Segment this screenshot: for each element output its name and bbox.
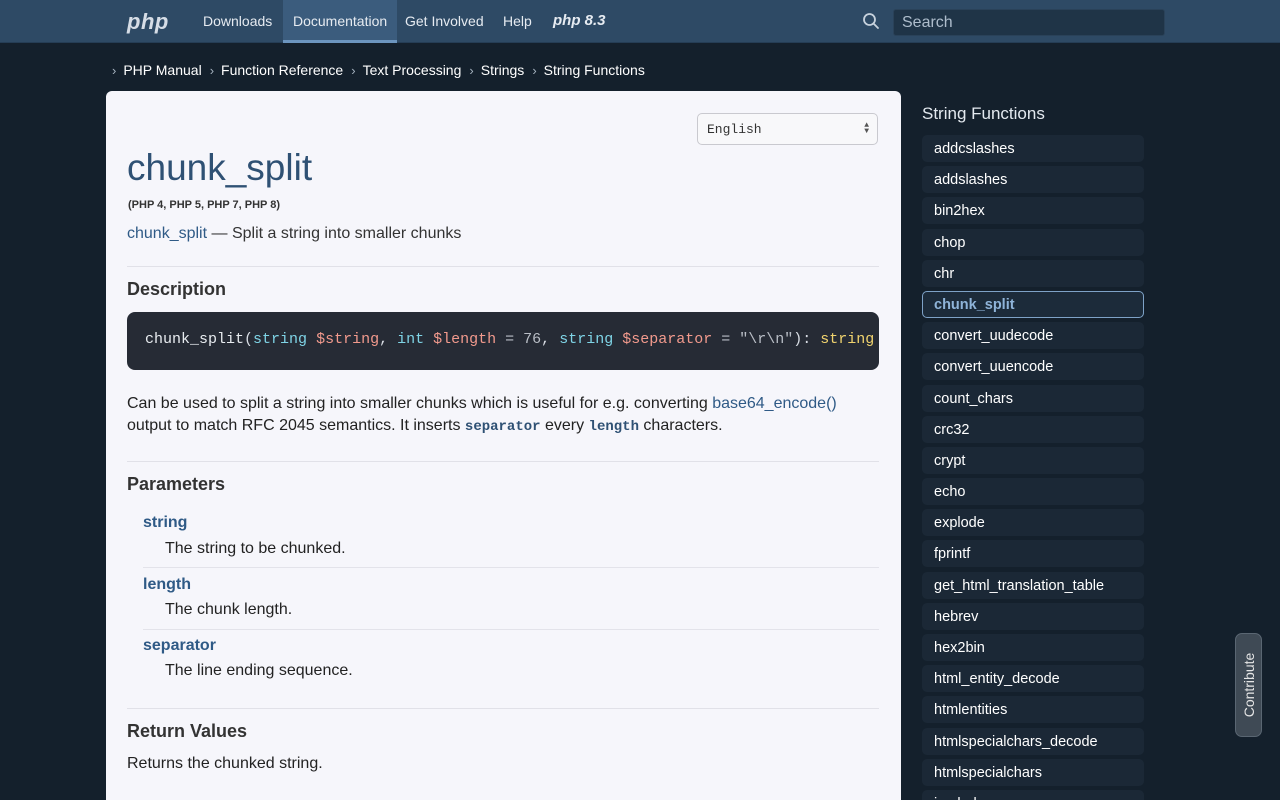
param-desc-length: The chunk length.: [165, 601, 293, 618]
divider: [127, 266, 879, 267]
desc-text: characters.: [638, 417, 723, 434]
chevron-right-icon: ›: [469, 62, 474, 78]
breadcrumb-function-reference[interactable]: Function Reference: [221, 62, 343, 78]
sidebar-item-htmlentities[interactable]: htmlentities: [922, 696, 1144, 724]
sidebar-item-fprintf[interactable]: fprintf: [922, 540, 1144, 568]
return-values-heading: Return Values: [127, 721, 248, 741]
description-heading: Description: [127, 279, 227, 299]
function-purpose: chunk_split — Split a string into smalle…: [127, 225, 461, 243]
sidebar-item-count-chars[interactable]: count_chars: [922, 384, 1144, 412]
sig-param[interactable]: $length: [433, 331, 496, 348]
chevron-right-icon: ›: [351, 62, 356, 78]
divider: [143, 567, 879, 568]
search-input[interactable]: [893, 9, 1165, 36]
sidebar-function-list: addcslashes addslashes bin2hex chop chr chunk…: [922, 135, 1144, 800]
sidebar-item-bin2hex[interactable]: bin2hex: [922, 197, 1144, 225]
search-icon[interactable]: [862, 12, 880, 30]
method-signature: chunk_split(string $string, int $length …: [127, 312, 879, 370]
select-arrows-icon: ▲ ▼: [864, 121, 869, 136]
length-code[interactable]: length: [589, 419, 639, 435]
chevron-right-icon: ›: [209, 62, 215, 78]
sidebar-item-echo[interactable]: echo: [922, 478, 1144, 506]
php-versions: (PHP 4, PHP 5, PHP 7, PHP 8): [128, 199, 281, 211]
nav-documentation[interactable]: Documentation: [283, 0, 398, 43]
sig-param[interactable]: $separator: [622, 331, 712, 348]
param-name-string: string: [143, 514, 188, 531]
function-name: chunk_split: [127, 225, 208, 242]
nav-downloads[interactable]: Downloads: [193, 0, 282, 43]
contribute-button[interactable]: Contribute: [1235, 633, 1262, 737]
sidebar-item-convert-uudecode[interactable]: convert_uudecode: [922, 322, 1144, 350]
sig-default: = "\r\n": [712, 331, 794, 348]
sig-function: chunk_split: [145, 331, 245, 348]
php-logo[interactable]: php: [127, 9, 169, 35]
divider: [127, 461, 879, 462]
sidebar-item-crypt[interactable]: crypt: [922, 446, 1144, 474]
desc-text: output to match RFC 2045 semantics. It i…: [127, 417, 465, 434]
sidebar-item-crc32[interactable]: crc32: [922, 415, 1144, 443]
breadcrumb: › PHP Manual › Function Reference › Text…: [112, 61, 653, 79]
sig-type[interactable]: int: [397, 331, 424, 348]
sidebar-title[interactable]: String Functions: [922, 104, 1045, 124]
param-desc-separator: The line ending sequence.: [165, 662, 353, 679]
desc-text: every: [540, 417, 589, 434]
breadcrumb-php-manual[interactable]: PHP Manual: [123, 62, 201, 78]
language-select-value: English: [707, 122, 762, 137]
sidebar-item-chr[interactable]: chr: [922, 259, 1144, 287]
sig-type[interactable]: string: [253, 331, 307, 348]
description-text: Can be used to split a string into small…: [127, 393, 879, 437]
nav-help[interactable]: Help: [493, 0, 542, 43]
sidebar-item-addslashes[interactable]: addslashes: [922, 166, 1144, 194]
param-desc-string: The string to be chunked.: [165, 540, 346, 557]
sig-param[interactable]: $string: [316, 331, 379, 348]
param-name-length: length: [143, 576, 191, 593]
sidebar-item-explode[interactable]: explode: [922, 509, 1144, 537]
purpose-text: — Split a string into smaller chunks: [207, 225, 462, 242]
parameters-heading: Parameters: [127, 474, 226, 494]
sidebar-item-htmlspecialchars-decode[interactable]: htmlspecialchars_decode: [922, 727, 1144, 755]
sidebar-item-chunk-split[interactable]: chunk_split: [922, 290, 1144, 318]
sidebar-item-implode[interactable]: implode: [922, 789, 1144, 800]
sidebar-item-convert-uuencode[interactable]: convert_uuencode: [922, 353, 1144, 381]
page-title: chunk_split: [127, 147, 313, 188]
breadcrumb-text-processing[interactable]: Text Processing: [363, 62, 462, 78]
base64-encode-link[interactable]: base64_encode(): [712, 395, 837, 412]
sidebar-item-htmlspecialchars[interactable]: htmlspecialchars: [922, 758, 1144, 786]
sig-default: = 76: [496, 331, 542, 348]
sidebar-item-hex2bin[interactable]: hex2bin: [922, 634, 1144, 661]
sidebar-item-chop[interactable]: chop: [922, 228, 1144, 256]
contribute-label: Contribute: [1240, 652, 1257, 718]
divider: [127, 708, 879, 709]
breadcrumb-strings[interactable]: Strings: [481, 62, 525, 78]
separator-code[interactable]: separator: [465, 419, 541, 435]
sidebar-item-get-html-translation-table[interactable]: get_html_translation_table: [922, 571, 1144, 599]
sidebar-item-hebrev[interactable]: hebrev: [922, 602, 1144, 630]
language-select[interactable]: English ▲ ▼: [697, 113, 878, 145]
chevron-right-icon: ›: [532, 62, 537, 78]
chevron-right-icon: ›: [112, 62, 117, 78]
desc-text: Can be used to split a string into small…: [127, 395, 713, 412]
param-name-separator: separator: [143, 637, 216, 654]
sig-return-type[interactable]: string: [820, 331, 874, 348]
sidebar-item-html-entity-decode[interactable]: html_entity_decode: [922, 665, 1144, 693]
top-navbar: php Downloads Documentation Get Involved…: [0, 0, 1280, 43]
return-values-text: Returns the chunked string.: [127, 755, 323, 772]
php-version-logo[interactable]: php 8.3: [553, 12, 606, 29]
main-content: English ▲ ▼ chunk_split (PHP 4, PHP 5, PH…: [106, 91, 901, 800]
sig-type[interactable]: string: [559, 331, 613, 348]
divider: [143, 629, 879, 630]
breadcrumb-string-functions[interactable]: String Functions: [544, 62, 645, 78]
sidebar-item-addcslashes[interactable]: addcslashes: [922, 135, 1144, 162]
nav-get-involved[interactable]: Get Involved: [395, 0, 494, 43]
